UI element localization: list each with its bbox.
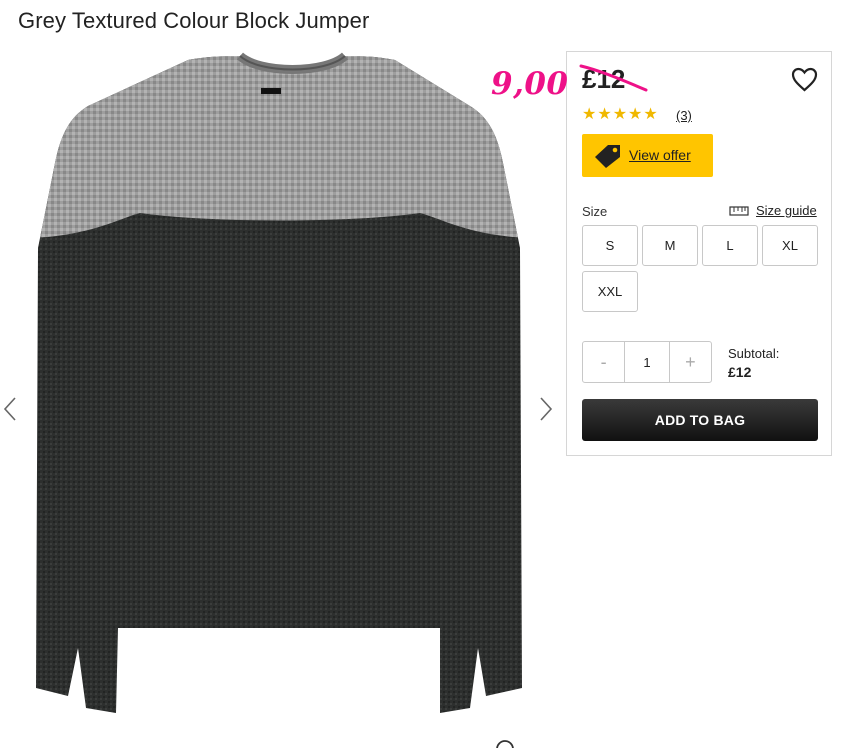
- star-icon: ★: [643, 106, 658, 123]
- product-title: Grey Textured Colour Block Jumper: [18, 8, 370, 33]
- add-to-bag-button[interactable]: ADD TO BAG: [582, 399, 818, 441]
- star-icon: ★: [597, 106, 612, 123]
- size-option-m[interactable]: M: [642, 225, 698, 266]
- size-option-xxl[interactable]: XXL: [582, 271, 638, 312]
- quantity-input[interactable]: 1: [624, 342, 670, 382]
- quantity-decrease-button[interactable]: -: [583, 342, 624, 382]
- size-guide-link[interactable]: Size guide: [756, 203, 817, 218]
- view-offer-button[interactable]: View offer: [582, 134, 713, 177]
- star-icon: ★: [582, 106, 597, 123]
- star-icon: ★: [612, 106, 628, 123]
- quantity-stepper: - 1 +: [582, 341, 712, 383]
- prev-image-button[interactable]: [0, 394, 20, 424]
- handwritten-sale-price: 9,00: [491, 66, 569, 102]
- product-image: [36, 52, 522, 713]
- size-option-xl[interactable]: XL: [762, 225, 818, 266]
- product-image-gallery: [0, 48, 560, 748]
- size-label: Size: [582, 204, 608, 219]
- review-count-link[interactable]: (3): [676, 108, 692, 123]
- star-rating: ★ ★ ★ ★ ★: [582, 107, 658, 123]
- price-strikethrough: [579, 64, 648, 92]
- chevron-right-icon: [540, 397, 553, 421]
- subtotal-label: Subtotal:: [728, 346, 780, 361]
- subtotal-value: £12: [728, 364, 752, 380]
- heart-icon[interactable]: [791, 67, 818, 92]
- size-option-s[interactable]: S: [582, 225, 638, 266]
- size-option-l[interactable]: L: [702, 225, 758, 266]
- star-icon: ★: [628, 106, 643, 123]
- view-offer-label: View offer: [629, 147, 691, 163]
- chevron-left-icon: [3, 397, 16, 421]
- next-image-button[interactable]: [536, 394, 556, 424]
- price-tag-icon: [595, 145, 620, 168]
- ruler-icon[interactable]: [729, 206, 749, 216]
- quantity-increase-button[interactable]: +: [670, 342, 711, 382]
